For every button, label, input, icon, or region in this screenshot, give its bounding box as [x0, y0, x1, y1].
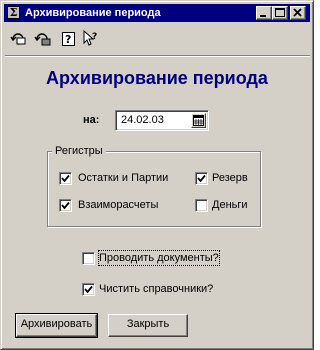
registers-group — [47, 151, 261, 227]
minimize-button[interactable] — [256, 6, 272, 20]
date-input[interactable]: 24.02.03 — [115, 110, 209, 131]
separator-highlight — [5, 56, 310, 57]
calendar-icon — [193, 115, 204, 126]
svg-text:?: ? — [65, 33, 71, 46]
close-button[interactable] — [290, 6, 306, 20]
maximize-icon — [275, 8, 285, 17]
calendar-button[interactable] — [191, 113, 206, 128]
checkbox-vzaimoraschety[interactable] — [59, 199, 72, 212]
restore-icon — [10, 33, 26, 45]
sigma-icon[interactable]: Σ — [7, 6, 20, 19]
checkbox-ostatki-label[interactable]: Остатки и Партии — [78, 171, 168, 185]
checkbox-post-documents[interactable] — [82, 252, 95, 265]
toolbar-help-button[interactable]: ? — [60, 30, 78, 48]
checkmark-icon — [84, 285, 93, 294]
date-label: на: — [83, 114, 100, 126]
date-value: 24.02.03 — [121, 114, 164, 126]
toolbar-whats-this-button[interactable]: ? — [82, 30, 100, 48]
close-dialog-button[interactable]: Закрыть — [108, 314, 188, 337]
minimize-icon — [260, 15, 266, 17]
form-heading: Архивирование периода — [46, 68, 268, 88]
checkbox-clean-catalogs[interactable] — [82, 283, 95, 296]
checkbox-post-documents-label[interactable]: Проводить документы? — [98, 250, 220, 266]
registers-legend: Регистры — [52, 144, 106, 158]
checkmark-icon — [61, 201, 70, 210]
checkbox-rezerv[interactable] — [195, 172, 208, 185]
checkmark-icon — [197, 174, 206, 183]
archive-button[interactable]: Архивировать — [15, 313, 98, 338]
checkmark-icon — [61, 174, 70, 183]
checkbox-clean-catalogs-label[interactable]: Чистить справочники? — [99, 282, 213, 296]
close-icon — [293, 8, 302, 17]
toolbar: ? ? — [10, 29, 310, 51]
dialog-window: Σ Архивирование периода ? ? Архивировани… — [0, 0, 314, 350]
toolbar-save-button[interactable] — [34, 30, 52, 48]
checkbox-dengi[interactable] — [195, 199, 208, 212]
checkbox-rezerv-label[interactable]: Резерв — [212, 171, 248, 185]
window-title: Архивирование периода — [25, 7, 161, 19]
maximize-button[interactable] — [272, 6, 288, 20]
svg-text:?: ? — [92, 32, 97, 42]
save-icon — [34, 33, 51, 46]
checkbox-ostatki[interactable] — [59, 172, 72, 185]
title-bar[interactable]: Σ Архивирование периода — [4, 4, 310, 22]
toolbar-restore-button[interactable] — [10, 30, 28, 48]
help-icon: ? — [62, 32, 75, 46]
checkbox-dengi-label[interactable]: Деньги — [212, 198, 248, 212]
whats-this-icon: ? — [83, 30, 97, 46]
checkbox-vzaimoraschety-label[interactable]: Взаиморасчеты — [78, 198, 158, 212]
